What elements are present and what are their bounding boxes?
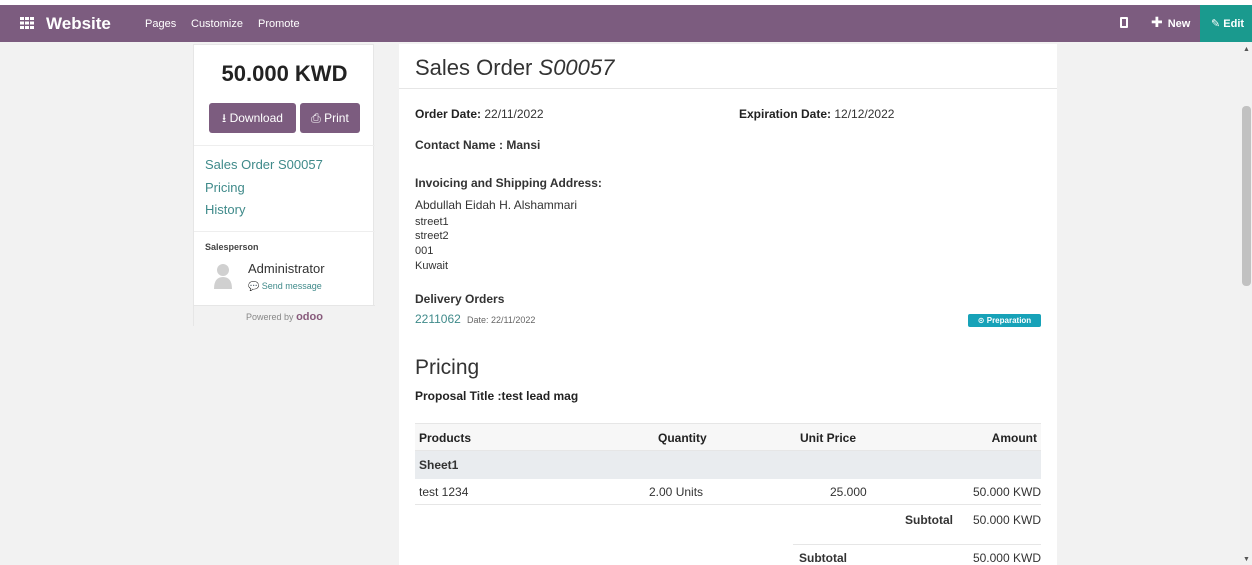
section-name: Sheet1 <box>419 458 459 472</box>
delivery-date: Date: 22/11/2022 <box>467 315 536 325</box>
apps-grid-icon[interactable] <box>20 17 34 29</box>
website-brand[interactable]: Website <box>46 14 111 34</box>
menu-pages[interactable]: Pages <box>145 18 176 30</box>
download-label: Download <box>229 111 283 125</box>
table-section-row: Sheet1 <box>415 451 1041 479</box>
cell-unit-price: 25.000 <box>830 485 867 499</box>
delivery-orders-label: Delivery Orders <box>415 292 505 306</box>
divider <box>399 88 1057 89</box>
address-line: street1 <box>415 216 449 228</box>
send-message-link[interactable]: 💬 Send message <box>248 281 322 292</box>
cell-product: test 1234 <box>419 485 469 499</box>
proposal-title: Proposal Title :test lead mag <box>415 389 579 403</box>
cell-quantity: 2.00 Units <box>649 485 704 499</box>
powered-by-text: Powered by <box>246 312 294 322</box>
odoo-logo[interactable]: odoo <box>296 311 323 323</box>
table-header: Products Quantity Unit Price Amount <box>415 423 1041 451</box>
address-line: 001 <box>415 245 434 257</box>
edit-button[interactable]: ✎ Edit <box>1200 5 1252 42</box>
menu-customize[interactable]: Customize <box>191 18 243 30</box>
nav-link-history[interactable]: History <box>205 202 245 217</box>
cell-amount: 50.000 KWD <box>972 485 1041 499</box>
clock-icon: ⊙ <box>977 316 985 325</box>
sales-order-document: Sales Order S00057 Order Date: 22/11/202… <box>399 44 1057 565</box>
download-icon: ⭳ <box>222 111 227 125</box>
menu-promote[interactable]: Promote <box>258 18 300 30</box>
order-date-label: Order Date: <box>415 107 482 121</box>
expiration-date-value: 12/12/2022 <box>834 107 895 121</box>
address-line: Kuwait <box>415 260 449 272</box>
section-subtotal-label: Subtotal <box>905 513 953 527</box>
column-header-amount: Amount <box>991 431 1037 445</box>
page-title: Sales Order S00057 <box>415 55 614 81</box>
contact-name: Contact Name : Mansi <box>415 138 541 152</box>
delivery-order-link[interactable]: 2211062 <box>415 312 461 326</box>
divider <box>194 231 375 232</box>
expiration-date-field: Expiration Date: 12/12/2022 <box>739 107 894 121</box>
divider <box>793 544 1041 545</box>
salesperson-name: Administrator <box>248 261 325 276</box>
status-badge: ⊙ Preparation <box>968 314 1041 327</box>
avatar-icon <box>214 264 232 289</box>
mobile-preview-icon[interactable] <box>1120 17 1128 28</box>
address-label: Invoicing and Shipping Address: <box>415 176 602 190</box>
nav-link-pricing[interactable]: Pricing <box>205 180 245 195</box>
chat-icon: 💬 <box>248 281 260 291</box>
pencil-icon: ✎ <box>1211 18 1221 30</box>
download-button[interactable]: ⭳ Download <box>209 103 296 133</box>
divider <box>415 504 1041 505</box>
scroll-down-icon[interactable]: ▼ <box>1243 556 1250 563</box>
scrollbar-thumb[interactable] <box>1242 106 1251 286</box>
column-header-products: Products <box>419 431 472 445</box>
send-message-label: Send message <box>261 281 322 291</box>
scroll-up-icon[interactable]: ▲ <box>1243 46 1250 53</box>
new-label: New <box>1167 18 1191 30</box>
print-label: Print <box>324 111 349 125</box>
address-name: Abdullah Eidah H. Alshammari <box>415 198 578 212</box>
column-header-unit-price: Unit Price <box>800 431 857 445</box>
section-subtotal-value: 50.000 KWD <box>972 513 1041 527</box>
pricing-heading: Pricing <box>415 356 480 379</box>
order-amount: 50.000 KWD <box>221 61 348 86</box>
print-icon: ⎙ <box>311 111 321 125</box>
expiration-date-label: Expiration Date: <box>739 107 832 121</box>
portal-sidebar: 50.000 KWD ⭳ Download ⎙ Print Sales Orde… <box>193 44 375 327</box>
total-subtotal-label: Subtotal <box>799 551 847 565</box>
edit-label: Edit <box>1223 18 1245 30</box>
address-line: street2 <box>415 230 449 242</box>
nav-link-sales-order[interactable]: Sales Order S00057 <box>205 157 323 172</box>
divider <box>194 145 375 146</box>
title-number: S00057 <box>538 55 615 80</box>
order-date-field: Order Date: 22/11/2022 <box>415 107 544 121</box>
total-subtotal-value: 50.000 KWD <box>972 551 1041 565</box>
print-button[interactable]: ⎙ Print <box>300 103 360 133</box>
new-button[interactable]: ✚ New <box>1151 14 1191 30</box>
plus-icon: ✚ <box>1151 14 1163 30</box>
salesperson-label: Salesperson <box>205 242 259 252</box>
order-date-value: 22/11/2022 <box>484 107 544 121</box>
status-label: Preparation <box>986 316 1032 325</box>
website-topbar: Website Pages Customize Promote ✚ New ✎ E… <box>0 5 1252 42</box>
column-header-quantity: Quantity <box>658 431 707 445</box>
title-prefix: Sales Order <box>415 55 533 80</box>
powered-by-footer: Powered by odoo <box>194 305 375 327</box>
